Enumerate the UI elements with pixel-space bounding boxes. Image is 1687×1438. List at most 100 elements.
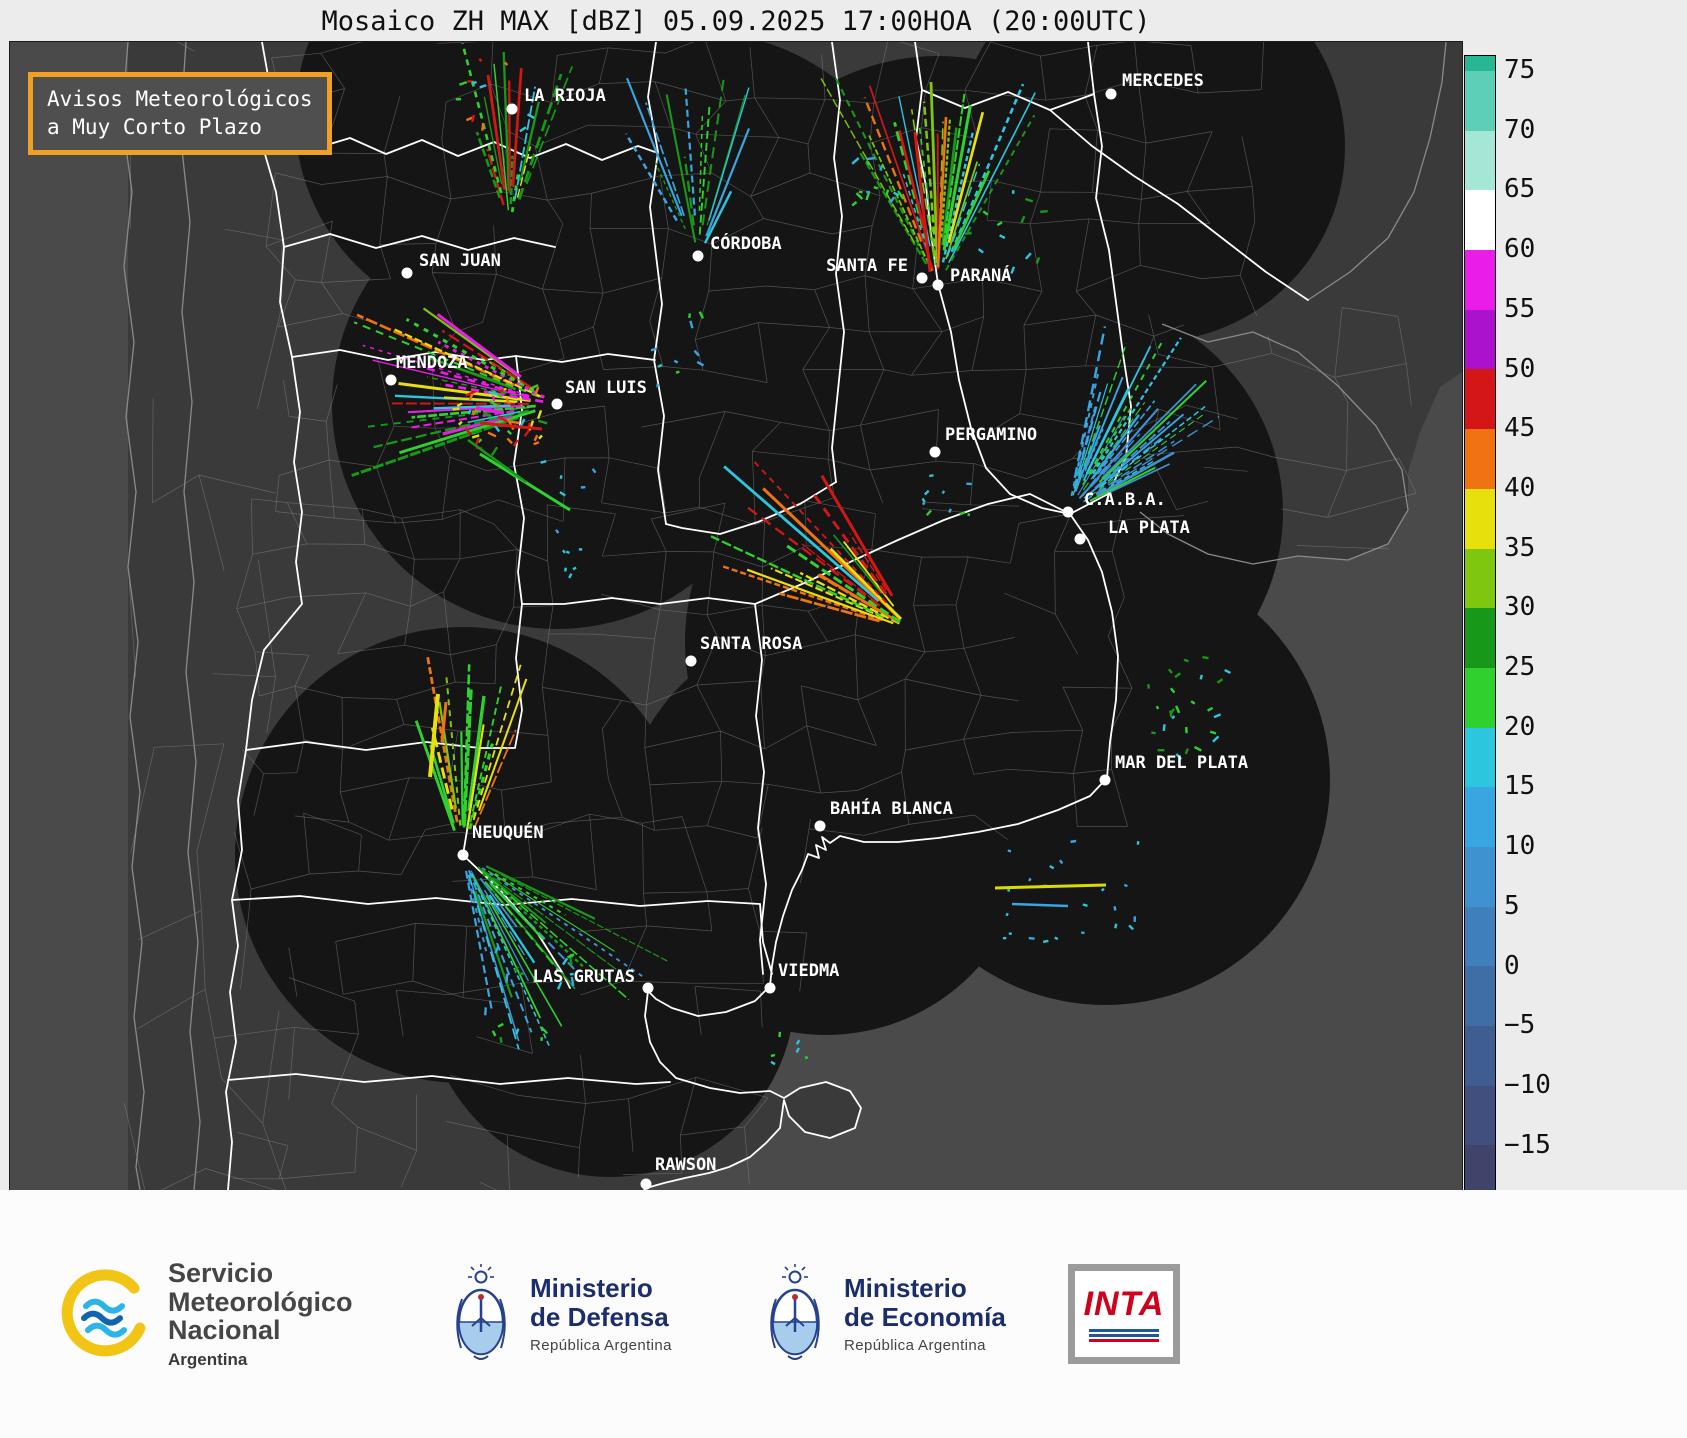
city-label: RAWSON bbox=[655, 1155, 716, 1175]
smn-logo-block: Servicio Meteorológico Nacional Argentin… bbox=[58, 1259, 353, 1369]
warnbox-line2: a Muy Corto Plazo bbox=[47, 113, 313, 141]
city-label: LA RIOJA bbox=[524, 86, 606, 106]
colorbar-band bbox=[1465, 847, 1495, 907]
pacific-ocean bbox=[10, 42, 128, 1190]
radar-echo bbox=[969, 513, 970, 516]
radar-echo bbox=[1124, 885, 1127, 886]
defensa-sub: República Argentina bbox=[530, 1337, 672, 1354]
dbz-colorbar-labels: 757065605550454035302520151050−5−10−15 bbox=[1504, 55, 1594, 1190]
radar-echo bbox=[501, 1037, 502, 1043]
warnbox-line1: Avisos Meteorológicos bbox=[47, 85, 313, 113]
radar-echo bbox=[467, 81, 471, 82]
city-marker bbox=[1106, 89, 1117, 100]
radar-echo bbox=[566, 552, 569, 553]
defensa-line2: de Defensa bbox=[530, 1303, 672, 1332]
colorbar-band bbox=[1465, 71, 1495, 131]
defensa-line1: Ministerio bbox=[530, 1274, 672, 1303]
smn-name-line1: Servicio bbox=[168, 1259, 353, 1288]
radar-echo bbox=[498, 390, 504, 391]
colorbar-band bbox=[1465, 1026, 1495, 1086]
colorbar-band bbox=[1465, 429, 1495, 489]
city-marker bbox=[458, 850, 469, 861]
radar-map[interactable]: LA RIOJA MERCEDES SAN JUAN CÓRDOBA SANTA FE P… bbox=[10, 42, 1462, 1190]
radar-echo bbox=[1164, 724, 1165, 731]
city-marker bbox=[641, 1179, 652, 1190]
radar-echo bbox=[1083, 905, 1088, 906]
radar-echo bbox=[651, 349, 656, 351]
radar-echo bbox=[689, 313, 690, 318]
radar-echo bbox=[519, 973, 524, 974]
smn-logo-icon bbox=[58, 1266, 154, 1362]
colorbar-tick-label: −15 bbox=[1504, 1132, 1551, 1158]
inta-stripes-icon bbox=[1089, 1327, 1160, 1344]
ministerio-economia-name: Ministerio de Economía República Argenti… bbox=[844, 1274, 1006, 1354]
radar-echo bbox=[482, 123, 483, 131]
radar-echo bbox=[1040, 211, 1048, 212]
economia-sub: República Argentina bbox=[844, 1337, 1006, 1354]
smn-name-line3: Nacional bbox=[168, 1316, 353, 1345]
radar-echo bbox=[479, 59, 481, 62]
city-label: MENDOZA bbox=[396, 353, 468, 373]
colorbar-tick-label: 0 bbox=[1504, 953, 1520, 979]
city-marker bbox=[930, 447, 941, 458]
city-label: SANTA FE bbox=[826, 256, 908, 276]
city-label: MERCEDES bbox=[1122, 71, 1204, 91]
colorbar-band bbox=[1465, 907, 1495, 967]
ministerio-defensa-name: Ministerio de Defensa República Argentin… bbox=[530, 1274, 672, 1354]
radar-echo bbox=[1007, 913, 1008, 916]
radar-map-canvas[interactable]: LA RIOJA MERCEDES SAN JUAN CÓRDOBA SANTA FE P… bbox=[10, 42, 1462, 1190]
city-marker bbox=[507, 104, 518, 115]
radar-echo bbox=[453, 409, 460, 410]
smn-country: Argentina bbox=[168, 1351, 353, 1369]
city-marker bbox=[643, 983, 654, 994]
city-label: CÓRDOBA bbox=[710, 232, 782, 254]
colorbar-tick-label: 30 bbox=[1504, 594, 1535, 620]
radar-echo bbox=[874, 187, 878, 188]
colorbar-tick-label: 35 bbox=[1504, 535, 1535, 561]
colorbar-tick-label: 70 bbox=[1504, 117, 1535, 143]
footer-logos: Servicio Meteorológico Nacional Argentin… bbox=[0, 1190, 1687, 1438]
city-marker bbox=[402, 268, 413, 279]
radar-echo bbox=[469, 410, 471, 414]
colorbar-band bbox=[1465, 250, 1495, 310]
radar-echo bbox=[1081, 932, 1085, 933]
inta-label: INTA bbox=[1084, 1285, 1165, 1324]
radar-echo bbox=[563, 550, 565, 553]
radar-echo bbox=[674, 361, 677, 363]
city-label: MAR DEL PLATA bbox=[1115, 753, 1248, 773]
ministerio-economia-block: Ministerio de Economía República Argenti… bbox=[762, 1264, 1006, 1364]
radar-echo bbox=[676, 372, 679, 373]
colorbar-tick-label: 50 bbox=[1504, 356, 1535, 382]
radar-echo bbox=[965, 233, 972, 234]
city-label: LAS GRUTAS bbox=[533, 967, 635, 987]
colorbar-band bbox=[1465, 728, 1495, 788]
radar-echo bbox=[1102, 889, 1104, 891]
city-label: PERGAMINO bbox=[945, 425, 1037, 445]
colorbar-band bbox=[1465, 489, 1495, 549]
radar-echo bbox=[570, 957, 571, 966]
city-marker bbox=[386, 375, 397, 386]
radar-echo bbox=[923, 503, 925, 505]
city-marker bbox=[917, 273, 928, 284]
radar-echo bbox=[943, 491, 945, 494]
radar-echo bbox=[509, 81, 510, 193]
city-marker bbox=[693, 251, 704, 262]
colorbar-band bbox=[1465, 549, 1495, 609]
city-marker bbox=[765, 983, 776, 994]
colorbar-tick-label: 20 bbox=[1504, 714, 1535, 740]
radar-echo bbox=[1043, 941, 1048, 942]
colorbar-band bbox=[1465, 1086, 1495, 1146]
radar-product-page: Mosaico ZH MAX [dBZ] 05.09.2025 17:00HOA… bbox=[0, 0, 1687, 1438]
colorbar-tick-label: −5 bbox=[1504, 1012, 1535, 1038]
city-label: VIEDMA bbox=[778, 961, 839, 981]
short-term-warnings-link[interactable]: Avisos Meteorológicos a Muy Corto Plazo bbox=[28, 72, 332, 155]
colorbar-band bbox=[1465, 1145, 1495, 1190]
colorbar-band bbox=[1465, 608, 1495, 668]
colorbar-band bbox=[1465, 131, 1495, 191]
radar-echo bbox=[1151, 733, 1155, 734]
city-label: SAN JUAN bbox=[419, 251, 501, 271]
city-label: PARANÁ bbox=[950, 264, 1011, 286]
colorbar-band bbox=[1465, 310, 1495, 370]
radar-echo bbox=[561, 475, 562, 479]
colorbar-band bbox=[1465, 966, 1495, 1026]
